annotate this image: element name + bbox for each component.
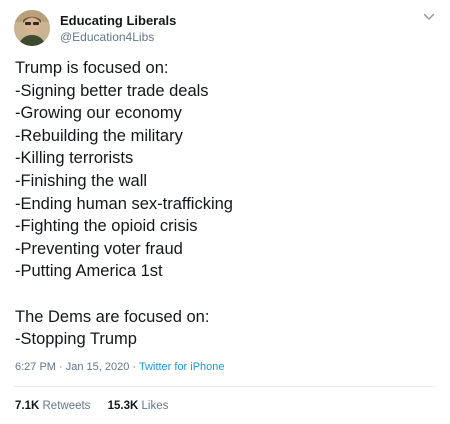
tweet-line: -Killing terrorists: [15, 149, 134, 168]
tweet-card: Educating Liberals @Education4Libs Trump…: [0, 0, 450, 424]
profile-photo-icon: [14, 10, 50, 46]
tweet-line: -Growing our economy: [15, 104, 182, 123]
tweet-line: Trump is focused on:: [15, 59, 169, 77]
retweets-count: 7.1K: [15, 400, 40, 412]
chevron-down-icon[interactable]: [422, 10, 436, 24]
avatar[interactable]: [14, 10, 50, 46]
tweet-line: -Rebuilding the military: [15, 126, 183, 145]
likes-stat[interactable]: 15.3K Likes: [108, 400, 169, 412]
tweet-line: -Stopping Trump: [15, 330, 137, 349]
engagement-stats: 7.1K Retweets 15.3K Likes: [15, 400, 168, 412]
likes-count: 15.3K: [107, 400, 139, 412]
display-name[interactable]: Educating Liberals: [60, 13, 176, 28]
tweet-line: -Preventing voter fraud: [15, 239, 183, 258]
tweet-line: -Signing better trade deals: [15, 81, 209, 100]
tweet-line: -Putting America 1st: [15, 262, 163, 281]
timestamp[interactable]: 6:27 PM · Jan 15, 2020 ·: [15, 361, 136, 373]
tweet-text: Trump is focused on: -Signing better tra…: [15, 57, 435, 351]
likes-label: Likes: [141, 400, 169, 412]
tweet-line: -Fighting the opioid crisis: [15, 217, 198, 236]
retweets-label: Retweets: [42, 400, 91, 412]
source-link[interactable]: Twitter for iPhone: [139, 361, 225, 373]
user-handle[interactable]: @Education4Libs: [60, 30, 154, 44]
divider: [14, 386, 436, 387]
tweet-line: -Finishing the wall: [15, 171, 148, 190]
tweet-meta: 6:27 PM · Jan 15, 2020 · Twitter for iPh…: [15, 361, 225, 373]
retweets-stat[interactable]: 7.1K Retweets: [15, 400, 90, 412]
tweet-line: The Dems are focused on:: [15, 307, 210, 326]
tweet-line: -Ending human sex-trafficking: [15, 194, 233, 213]
